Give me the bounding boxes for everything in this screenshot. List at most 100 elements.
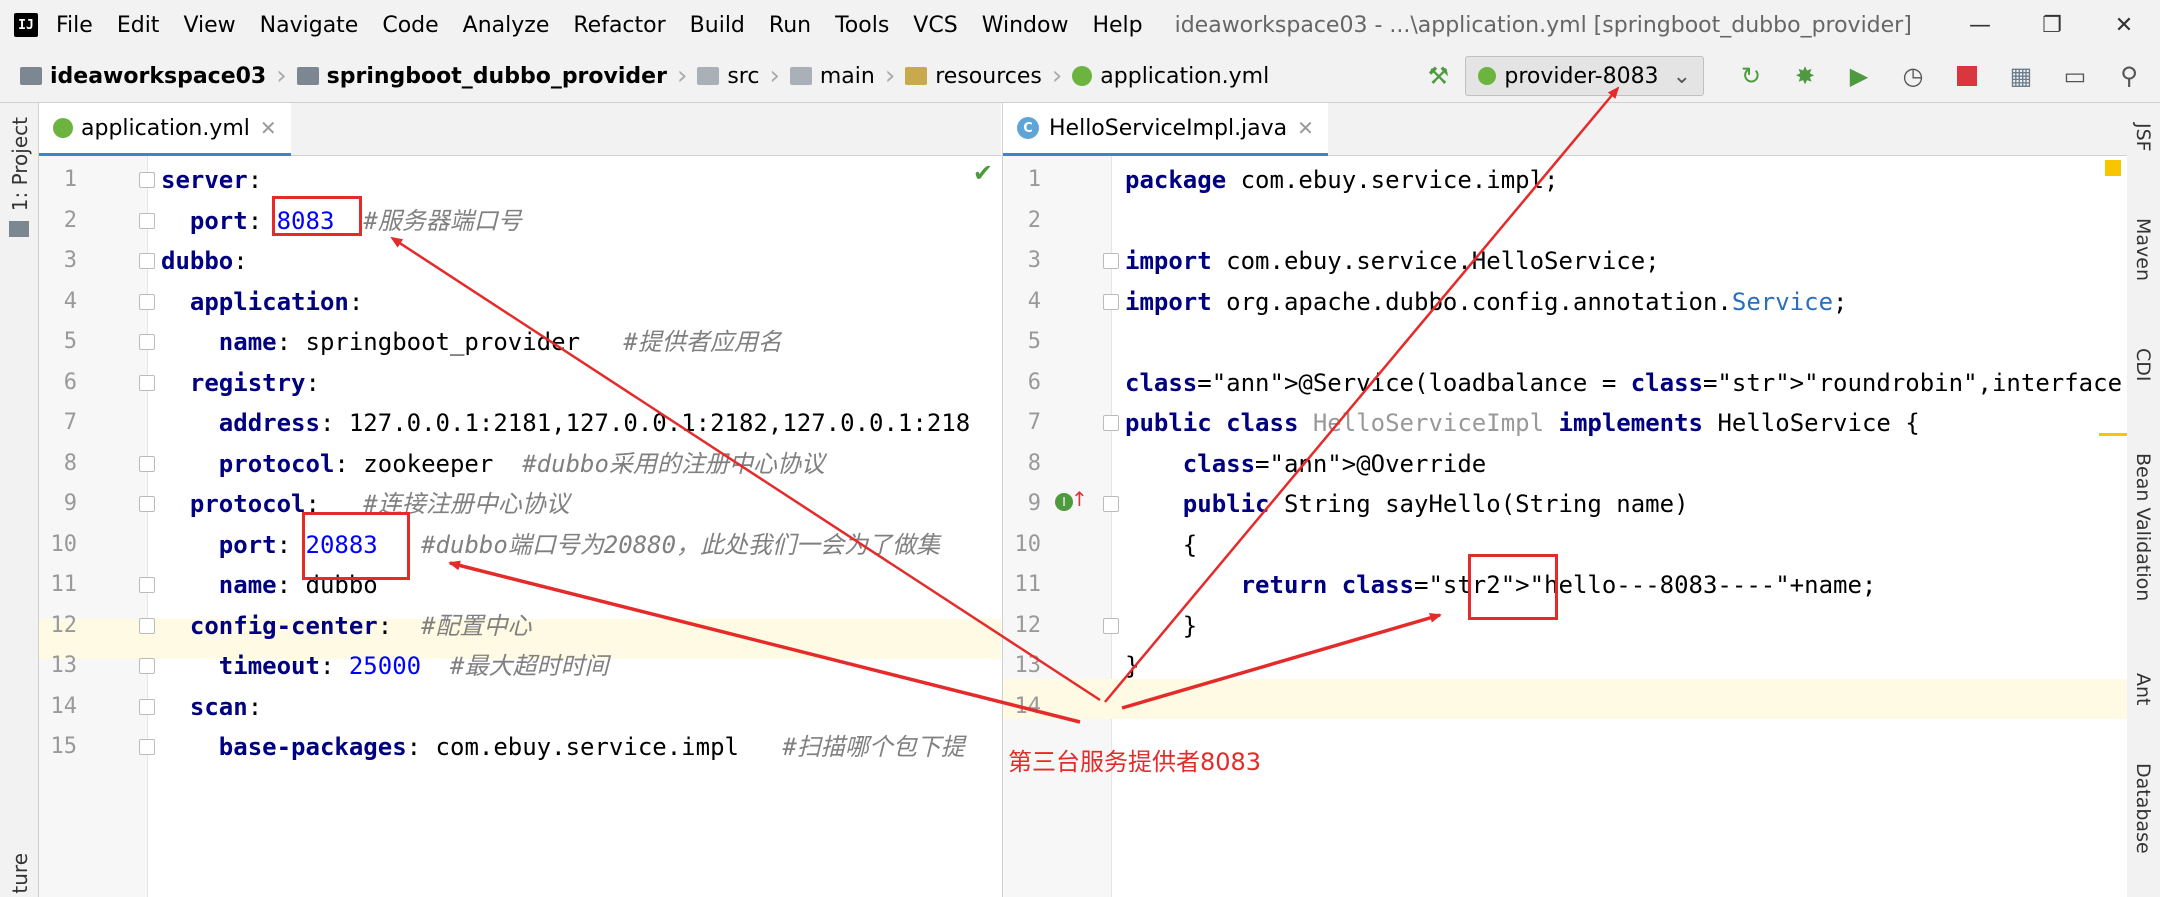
code-line[interactable]: port: 20883 #dubbo端口号为20880，此处我们一会为了做集 — [161, 525, 1001, 565]
breadcrumb-resources[interactable]: resources — [905, 64, 1042, 89]
code-line[interactable]: { — [1125, 525, 2121, 565]
code-line[interactable]: config-center: #配置中心 — [161, 606, 1001, 646]
folder-icon — [789, 67, 812, 85]
fold-marker-icon[interactable] — [139, 293, 155, 310]
menu-run[interactable]: Run — [769, 13, 811, 38]
code-line[interactable]: protocol: #连接注册中心协议 — [161, 484, 1001, 524]
override-arrow-icon[interactable]: ↑ — [1071, 487, 1088, 511]
code-line[interactable] — [1125, 687, 2121, 727]
code-line[interactable]: public String sayHello(String name) — [1125, 484, 2121, 524]
bean-validation-tool-tab[interactable]: Bean Validation — [2132, 453, 2154, 601]
debug-bug-icon[interactable]: ✸ — [1790, 61, 1820, 91]
code-line[interactable]: } — [1125, 646, 2121, 686]
code-line[interactable]: } — [1125, 606, 2121, 646]
close-tab-icon[interactable]: ✕ — [260, 116, 277, 140]
breadcrumb-project[interactable]: ideaworkspace03 — [20, 64, 266, 89]
code-line[interactable]: import org.apache.dubbo.config.annotatio… — [1125, 282, 2121, 322]
breadcrumb-main[interactable]: main — [789, 64, 875, 89]
code-line[interactable]: protocol: zookeeper #dubbo采用的注册中心协议 — [161, 444, 1001, 484]
breadcrumb-file[interactable]: application.yml — [1072, 64, 1269, 89]
menu-file[interactable]: File — [56, 13, 93, 38]
code-line[interactable]: registry: — [161, 363, 1001, 403]
code-line[interactable]: server: — [161, 160, 1001, 200]
project-structure-icon[interactable]: ▦ — [2006, 61, 2036, 91]
menu-window[interactable]: Window — [982, 13, 1069, 38]
ant-tool-tab[interactable]: Ant — [2132, 673, 2154, 706]
menu-code[interactable]: Code — [382, 13, 438, 38]
search-icon[interactable]: ⚲ — [2114, 61, 2144, 91]
fold-marker-icon[interactable] — [139, 455, 155, 472]
rerun-icon[interactable]: ↻ — [1736, 61, 1766, 91]
cdi-tool-tab[interactable]: CDI — [2132, 348, 2154, 382]
project-tool-tab[interactable]: 1: Project — [8, 117, 32, 211]
code-line[interactable] — [1125, 201, 2121, 241]
code-line[interactable]: class="ann">@Override — [1125, 444, 2121, 484]
menu-edit[interactable]: Edit — [117, 13, 160, 38]
title-bar: IJ File Edit View Navigate Code Analyze … — [0, 0, 2160, 50]
fold-marker-icon[interactable] — [1103, 253, 1119, 269]
code-line[interactable]: timeout: 25000 #最大超时时间 — [161, 646, 1001, 686]
restore-icon[interactable]: ❐ — [2016, 0, 2088, 50]
code-line[interactable]: public class HelloServiceImpl implements… — [1125, 403, 2121, 443]
tab-application-yml[interactable]: application.yml ✕ — [39, 103, 291, 156]
breadcrumb-src-label: src — [727, 63, 760, 89]
fold-marker-icon[interactable] — [139, 617, 155, 634]
run-configuration-select[interactable]: provider-8083 ⌄ — [1465, 56, 1704, 96]
fold-marker-icon[interactable] — [1103, 617, 1119, 634]
database-tool-tab[interactable]: Database — [2132, 763, 2154, 854]
menu-refactor[interactable]: Refactor — [573, 13, 665, 38]
tab-label: application.yml — [81, 115, 250, 141]
code-line[interactable]: application: — [161, 282, 1001, 322]
menu-build[interactable]: Build — [690, 13, 745, 38]
code-line[interactable]: name: springboot_provider #提供者应用名 — [161, 322, 1001, 362]
profile-icon[interactable]: ◷ — [1898, 61, 1928, 91]
run-coverage-icon[interactable]: ▶ — [1844, 61, 1874, 91]
structure-tool-tab[interactable]: ture — [8, 853, 32, 894]
fold-marker-icon[interactable] — [139, 577, 155, 593]
minimize-icon[interactable]: — — [1944, 0, 2016, 50]
fold-marker-icon[interactable] — [139, 658, 155, 674]
line-number: 11 — [1014, 572, 1042, 597]
code-line[interactable]: dubbo: — [161, 241, 1001, 281]
line-number: 11 — [50, 572, 78, 597]
tab-helloserviceimpl-java[interactable]: C HelloServiceImpl.java ✕ — [1003, 103, 1328, 156]
java-editor[interactable]: C HelloServiceImpl.java ✕ I ↑ 1 package c… — [1002, 103, 2127, 897]
yaml-editor[interactable]: application.yml ✕ ✔ 1 server: 2 port: 8083… — [39, 103, 1001, 897]
fold-marker-icon[interactable] — [139, 172, 155, 188]
fold-marker-icon[interactable] — [139, 698, 155, 715]
build-hammer-icon[interactable]: ⚒ — [1423, 61, 1453, 91]
code-line[interactable]: package com.ebuy.service.impl; — [1125, 160, 2121, 200]
fold-marker-icon[interactable] — [1103, 293, 1119, 310]
menu-vcs[interactable]: VCS — [913, 13, 957, 38]
menu-view[interactable]: View — [183, 13, 235, 38]
code-line[interactable]: scan: — [161, 687, 1001, 727]
menu-help[interactable]: Help — [1092, 13, 1142, 38]
project-folder-icon — [9, 221, 29, 237]
fold-marker-icon[interactable] — [1103, 496, 1119, 512]
code-line[interactable]: class="ann">@Service(loadbalance = class… — [1125, 363, 2121, 403]
fold-marker-icon[interactable] — [139, 739, 155, 755]
fold-marker-icon[interactable] — [139, 253, 155, 269]
terminal-icon[interactable]: ▭ — [2060, 61, 2090, 91]
stop-icon[interactable] — [1952, 61, 1982, 91]
fold-marker-icon[interactable] — [139, 496, 155, 512]
code-line[interactable]: import com.ebuy.service.HelloService; — [1125, 241, 2121, 281]
maven-tool-tab[interactable]: Maven — [2132, 218, 2154, 281]
close-icon[interactable]: ✕ — [2088, 0, 2160, 50]
fold-marker-icon[interactable] — [139, 334, 155, 350]
close-tab-icon[interactable]: ✕ — [1297, 116, 1314, 140]
fold-marker-icon[interactable] — [139, 212, 155, 229]
menu-analyze[interactable]: Analyze — [463, 13, 550, 38]
fold-marker-icon[interactable] — [1103, 415, 1119, 431]
code-line[interactable]: address: 127.0.0.1:2181,127.0.0.1:2182,1… — [161, 403, 1001, 443]
breadcrumb-module[interactable]: springboot_dubbo_provider — [296, 64, 667, 89]
breadcrumb-src[interactable]: src — [697, 64, 759, 89]
fold-marker-icon[interactable] — [139, 374, 155, 391]
menu-navigate[interactable]: Navigate — [260, 13, 359, 38]
code-line[interactable] — [1125, 322, 2121, 362]
menu-tools[interactable]: Tools — [835, 13, 889, 38]
jsf-tool-tab[interactable]: JSF — [2132, 123, 2154, 152]
code-line[interactable]: name: dubbo — [161, 565, 1001, 605]
code-line[interactable]: base-packages: com.ebuy.service.impl #扫描… — [161, 727, 1001, 767]
code-line[interactable]: return class="str2">"hello---8083----"+n… — [1125, 565, 2121, 605]
